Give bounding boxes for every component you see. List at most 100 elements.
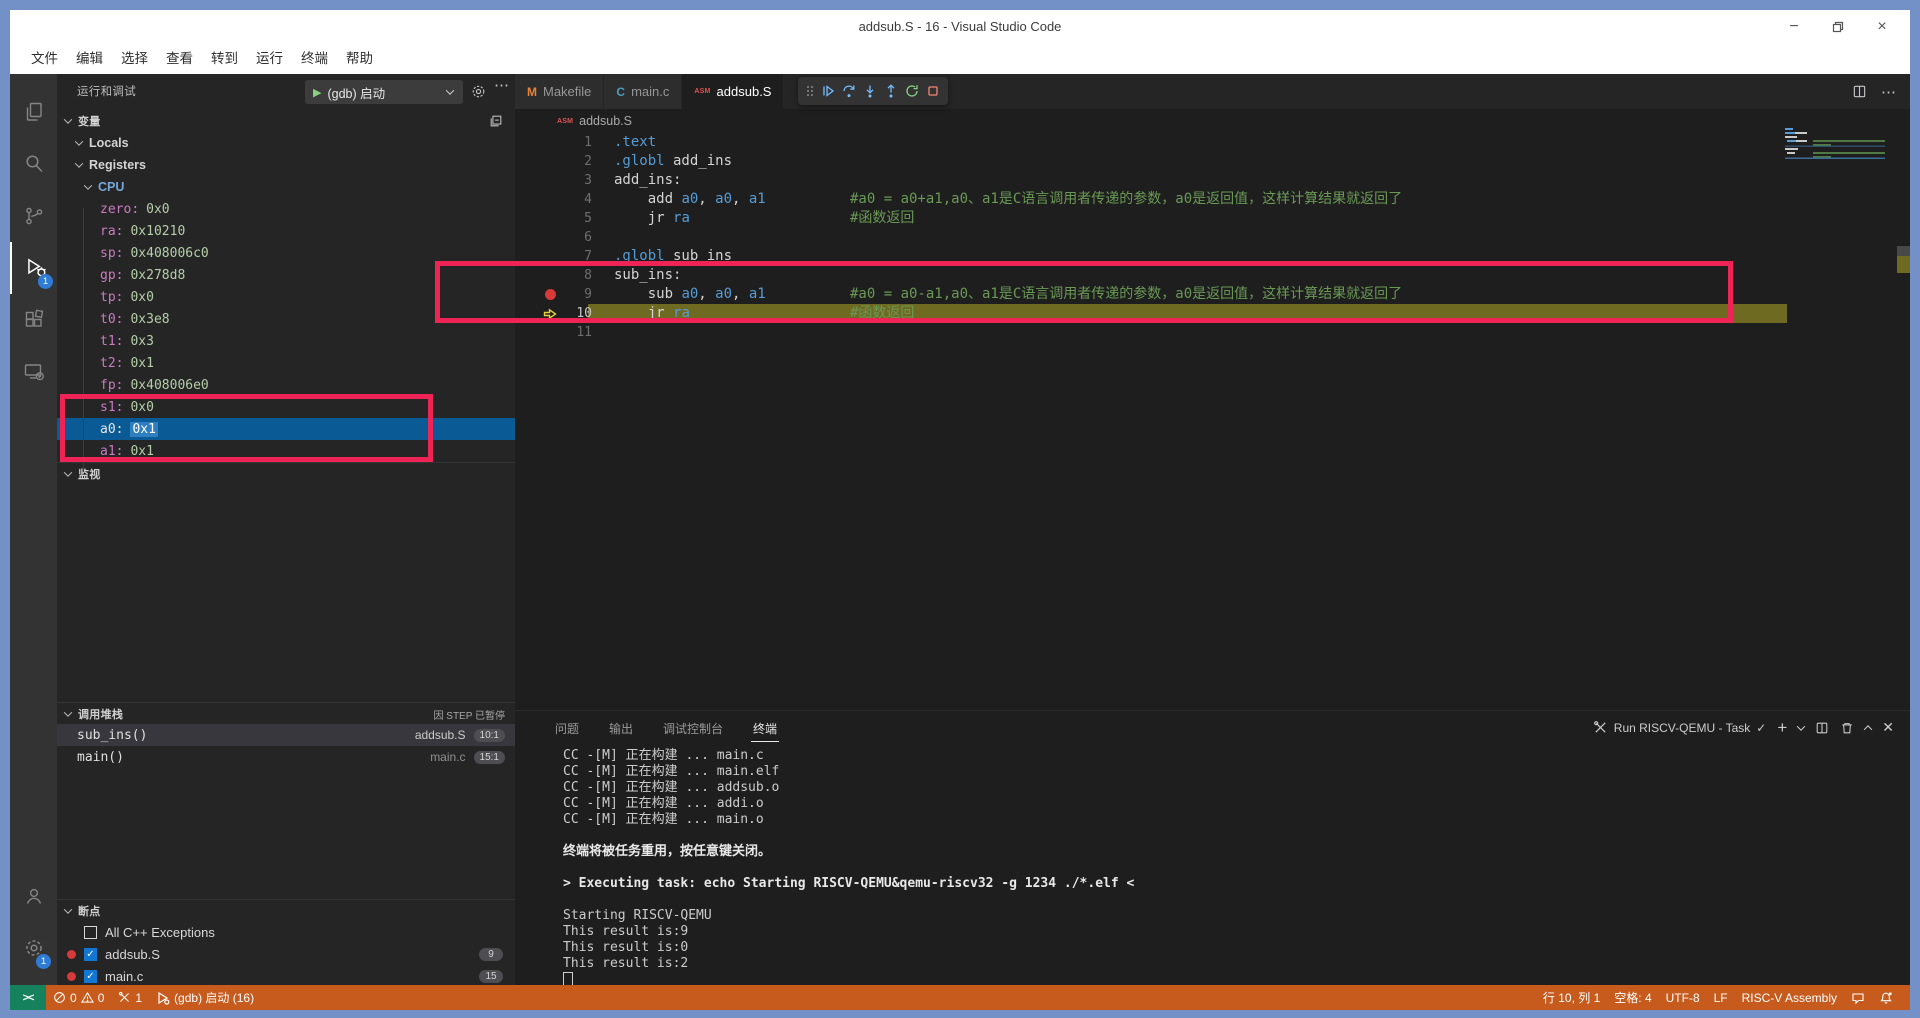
problems-item[interactable]: 0 0: [46, 985, 111, 1010]
panel-tab-问题[interactable]: 问题: [553, 714, 581, 741]
gutter-glyph[interactable]: [541, 304, 559, 323]
gutter-glyph[interactable]: [541, 323, 559, 342]
register-row-sp[interactable]: sp:0x408006c0: [57, 242, 515, 264]
collapse-all-icon[interactable]: [489, 114, 503, 128]
breakpoint-row-0[interactable]: All C++ Exceptions: [57, 921, 515, 943]
section-watch[interactable]: 监视: [57, 462, 515, 485]
stack-frame-1[interactable]: main()main.c15:1: [57, 746, 515, 768]
activity-item-explorer[interactable]: [10, 86, 57, 138]
restore-button[interactable]: [1816, 10, 1860, 44]
continue-button[interactable]: [820, 83, 836, 99]
tree-item-locals[interactable]: Locals: [57, 132, 515, 154]
register-row-a0[interactable]: a0:0x1: [57, 418, 515, 440]
register-row-t0[interactable]: t0:0x3e8: [57, 308, 515, 330]
activity-item-run-and-debug[interactable]: 1: [10, 242, 59, 294]
breakpoint-checkbox[interactable]: ✓: [84, 970, 97, 983]
register-row-a1[interactable]: a1:0x1: [57, 440, 515, 462]
gutter-glyph[interactable]: [541, 171, 559, 190]
remote-indicator[interactable]: ><: [10, 985, 46, 1010]
menu-1[interactable]: 编辑: [67, 44, 112, 74]
split-editor-icon[interactable]: [1852, 84, 1867, 99]
menu-5[interactable]: 运行: [247, 44, 292, 74]
debug-settings-gear-icon[interactable]: [471, 84, 486, 99]
tree-item-registers[interactable]: Registers: [57, 154, 515, 176]
gutter-glyph[interactable]: [541, 285, 559, 304]
minimize-button[interactable]: −: [1772, 10, 1816, 44]
status-item-4[interactable]: RISC-V Assembly: [1735, 985, 1844, 1010]
status-item-1[interactable]: 空格: 4: [1607, 985, 1658, 1010]
gutter-glyph[interactable]: [541, 190, 559, 209]
menu-7[interactable]: 帮助: [337, 44, 382, 74]
gutter-glyph[interactable]: [541, 228, 559, 247]
tab-main.c[interactable]: Cmain.c: [604, 74, 682, 109]
start-debug-icon[interactable]: ▶: [313, 86, 321, 99]
step-out-button[interactable]: [883, 83, 899, 99]
maximize-panel-icon[interactable]: [1865, 725, 1871, 731]
menu-4[interactable]: 转到: [202, 44, 247, 74]
code-editor[interactable]: 1.text2.globl add_ins3add_ins:4 add a0, …: [515, 133, 1910, 710]
close-panel-icon[interactable]: ✕: [1882, 719, 1894, 736]
menu-0[interactable]: 文件: [22, 44, 67, 74]
activity-item-account[interactable]: [10, 870, 57, 922]
panel-tab-输出[interactable]: 输出: [607, 714, 635, 741]
toolbar-drag-grip[interactable]: [805, 83, 815, 99]
terminal-task-item[interactable]: Run RISCV-QEMU - Task ✓: [1593, 720, 1767, 735]
tree-item-cpu[interactable]: CPU: [57, 176, 515, 198]
status-item-2[interactable]: UTF-8: [1659, 985, 1707, 1010]
panel-tab-调试控制台[interactable]: 调试控制台: [661, 714, 725, 741]
feedback-icon[interactable]: [1844, 985, 1872, 1010]
step-over-button[interactable]: [841, 83, 857, 99]
breakpoint-row-2[interactable]: ✓main.c15: [57, 965, 515, 985]
debug-session-item[interactable]: (gdb) 启动 (16): [149, 985, 261, 1010]
gutter-glyph[interactable]: [541, 133, 559, 152]
split-terminal-icon[interactable]: [1815, 721, 1829, 735]
gutter-glyph[interactable]: [541, 247, 559, 266]
editor-more-actions-icon[interactable]: ⋯: [1881, 83, 1896, 101]
more-actions-icon[interactable]: ⋯: [494, 76, 510, 94]
register-row-t2[interactable]: t2:0x1: [57, 352, 515, 374]
register-row-zero[interactable]: zero:0x0: [57, 198, 515, 220]
breakpoint-checkbox[interactable]: ✓: [84, 948, 97, 961]
menu-6[interactable]: 终端: [292, 44, 337, 74]
tab-Makefile[interactable]: MMakefile: [515, 74, 604, 109]
activity-item-remote-device[interactable]: [10, 346, 57, 398]
section-variables[interactable]: 变量: [57, 110, 515, 132]
restart-button[interactable]: [904, 83, 920, 99]
stack-frame-0[interactable]: sub_ins()addsub.S10:1: [57, 724, 515, 746]
new-terminal-button[interactable]: +: [1777, 718, 1787, 738]
gutter-glyph[interactable]: [541, 152, 559, 171]
register-row-s1[interactable]: s1:0x0: [57, 396, 515, 418]
step-into-button[interactable]: [862, 83, 878, 99]
register-row-tp[interactable]: tp:0x0: [57, 286, 515, 308]
section-call-stack[interactable]: 调用堆栈因 STEP 已暂停: [57, 702, 515, 725]
register-row-gp[interactable]: gp:0x278d8: [57, 264, 515, 286]
breakpoint-row-1[interactable]: ✓addsub.S9: [57, 943, 515, 965]
activity-item-source-control[interactable]: [10, 190, 57, 242]
tab-addsub.S[interactable]: ASMaddsub.S: [682, 74, 784, 109]
launch-config-dropdown[interactable]: ▶ (gdb) 启动: [305, 80, 463, 104]
menu-3[interactable]: 查看: [157, 44, 202, 74]
activity-item-extensions[interactable]: [10, 294, 57, 346]
breadcrumb[interactable]: ASM addsub.S: [515, 109, 1910, 133]
breakpoint-checkbox[interactable]: [84, 926, 97, 939]
stop-button[interactable]: [925, 83, 941, 99]
status-item-0[interactable]: 行 10, 列 1: [1536, 985, 1607, 1010]
terminal[interactable]: CC -[M] 正在构建 ... main.cCC -[M] 正在构建 ... …: [563, 748, 1900, 985]
register-row-t1[interactable]: t1:0x3: [57, 330, 515, 352]
status-item-3[interactable]: LF: [1707, 985, 1735, 1010]
close-button[interactable]: ×: [1860, 10, 1904, 44]
section-breakpoints[interactable]: 断点: [57, 899, 515, 922]
terminal-dropdown-icon[interactable]: [1797, 722, 1805, 730]
panel-tab-终端[interactable]: 终端: [751, 714, 779, 742]
gutter-glyph[interactable]: [541, 266, 559, 285]
activity-item-settings[interactable]: 1: [10, 922, 57, 974]
minimap[interactable]: [1783, 126, 1905, 164]
gutter-glyph[interactable]: [541, 209, 559, 228]
activity-item-search[interactable]: [10, 138, 57, 190]
scrollbar[interactable]: [1897, 246, 1910, 256]
register-row-fp[interactable]: fp:0x408006e0: [57, 374, 515, 396]
bell-icon[interactable]: [1872, 985, 1900, 1010]
kill-terminal-icon[interactable]: [1840, 721, 1854, 735]
register-row-ra[interactable]: ra:0x10210: [57, 220, 515, 242]
menu-2[interactable]: 选择: [112, 44, 157, 74]
